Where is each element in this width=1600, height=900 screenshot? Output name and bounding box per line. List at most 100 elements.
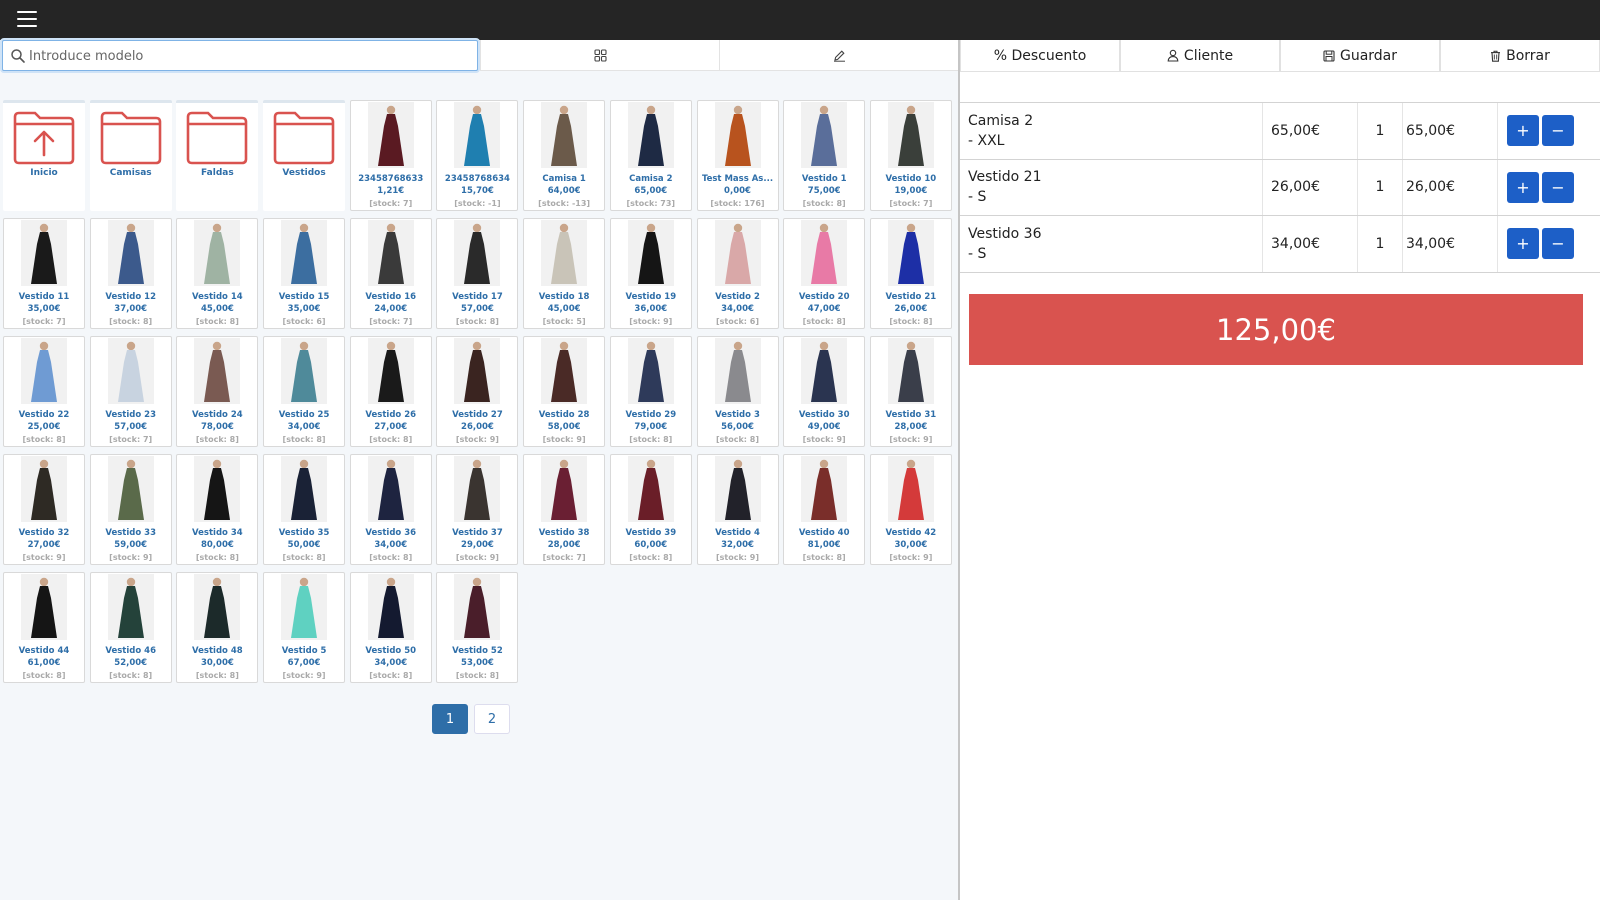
total-button[interactable]: 125,00€ bbox=[969, 294, 1583, 365]
product-card[interactable]: Vestido 1 75,00€ [stock: 8] bbox=[783, 100, 866, 211]
product-card[interactable]: Vestido 39 60,00€ [stock: 8] bbox=[609, 454, 692, 565]
save-button[interactable]: Guardar bbox=[1280, 40, 1440, 72]
product-card[interactable]: Vestido 21 26,00€ [stock: 8] bbox=[869, 218, 952, 329]
product-card[interactable]: Vestido 46 52,00€ [stock: 8] bbox=[89, 572, 172, 683]
product-price: 50,00€ bbox=[287, 540, 321, 550]
product-name: Test Mass As... bbox=[701, 174, 774, 184]
product-card[interactable]: Vestido 35 50,00€ [stock: 8] bbox=[263, 454, 346, 565]
line-quantity[interactable]: 1 bbox=[1358, 159, 1403, 215]
product-card[interactable]: Vestido 15 35,00€ [stock: 6] bbox=[263, 218, 346, 329]
product-name: Vestido 12 bbox=[105, 292, 156, 302]
product-card[interactable]: Vestido 19 36,00€ [stock: 9] bbox=[609, 218, 692, 329]
customer-button[interactable]: Cliente bbox=[1120, 40, 1280, 72]
line-quantity[interactable]: 1 bbox=[1358, 216, 1403, 272]
product-card[interactable]: Vestido 38 28,00€ [stock: 7] bbox=[523, 454, 606, 565]
product-card[interactable]: Vestido 30 49,00€ [stock: 9] bbox=[783, 336, 866, 447]
product-card[interactable]: Vestido 3 56,00€ [stock: 8] bbox=[696, 336, 779, 447]
ticket-line[interactable]: Vestido 36 - S 34,00€ 1 34,00€ + − bbox=[960, 215, 1600, 273]
line-total: 65,00€ bbox=[1403, 103, 1498, 159]
discount-button[interactable]: % Descuento bbox=[960, 40, 1120, 72]
product-card[interactable]: 23458768634 15,70€ [stock: -1] bbox=[436, 100, 519, 211]
product-card[interactable]: Vestido 44 61,00€ [stock: 8] bbox=[3, 572, 85, 683]
product-name: Vestido 33 bbox=[105, 528, 156, 538]
product-card[interactable]: Vestido 34 80,00€ [stock: 8] bbox=[176, 454, 259, 565]
product-card[interactable]: Vestido 32 27,00€ [stock: 9] bbox=[3, 454, 85, 565]
product-price: 19,00€ bbox=[894, 186, 928, 196]
product-card[interactable]: Vestido 10 19,00€ [stock: 7] bbox=[869, 100, 952, 211]
product-image bbox=[801, 220, 848, 286]
product-card[interactable]: Vestido 36 34,00€ [stock: 8] bbox=[349, 454, 432, 565]
product-card[interactable]: Vestido 20 47,00€ [stock: 8] bbox=[783, 218, 866, 329]
decrease-button[interactable]: − bbox=[1542, 171, 1574, 203]
product-card[interactable]: Vestido 28 58,00€ [stock: 9] bbox=[523, 336, 606, 447]
product-stock: [stock: -13] bbox=[538, 199, 591, 208]
decrease-button[interactable]: − bbox=[1542, 115, 1574, 147]
product-card[interactable]: Camisa 2 65,00€ [stock: 73] bbox=[609, 100, 692, 211]
increase-button[interactable]: + bbox=[1507, 171, 1539, 203]
page-button[interactable]: 1 bbox=[432, 704, 468, 734]
product-card[interactable]: Vestido 12 37,00€ [stock: 8] bbox=[89, 218, 172, 329]
product-name: Vestido 37 bbox=[452, 528, 503, 538]
product-card[interactable]: Vestido 29 79,00€ [stock: 8] bbox=[609, 336, 692, 447]
product-card[interactable]: Vestido 33 59,00€ [stock: 9] bbox=[89, 454, 172, 565]
product-stock: [stock: 7] bbox=[369, 199, 413, 208]
product-image bbox=[281, 338, 328, 404]
page-button[interactable]: 2 bbox=[474, 704, 510, 734]
product-card[interactable]: Vestido 17 57,00€ [stock: 8] bbox=[436, 218, 519, 329]
product-card[interactable]: Vestido 5 67,00€ [stock: 9] bbox=[263, 572, 346, 683]
folder-card[interactable]: Vestidos bbox=[263, 100, 346, 211]
product-card[interactable]: Vestido 42 30,00€ [stock: 9] bbox=[869, 454, 952, 565]
product-card[interactable]: Vestido 27 26,00€ [stock: 9] bbox=[436, 336, 519, 447]
edit-button[interactable] bbox=[719, 40, 958, 71]
product-card[interactable]: Vestido 16 24,00€ [stock: 7] bbox=[349, 218, 432, 329]
product-card[interactable]: 23458768633 1,21€ [stock: 7] bbox=[349, 100, 432, 211]
increase-button[interactable]: + bbox=[1507, 228, 1539, 260]
product-card[interactable]: Vestido 11 35,00€ [stock: 7] bbox=[3, 218, 85, 329]
product-card[interactable]: Vestido 50 34,00€ [stock: 8] bbox=[349, 572, 432, 683]
product-price: 0,00€ bbox=[724, 186, 751, 196]
product-name: Vestido 25 bbox=[278, 410, 330, 420]
folder-card[interactable]: Faldas bbox=[176, 100, 259, 211]
menu-icon[interactable] bbox=[17, 11, 37, 29]
product-card[interactable]: Vestido 4 32,00€ [stock: 9] bbox=[696, 454, 779, 565]
folder-card[interactable]: Camisas bbox=[89, 100, 172, 211]
product-card[interactable]: Vestido 48 30,00€ [stock: 8] bbox=[176, 572, 259, 683]
product-card[interactable]: Vestido 18 45,00€ [stock: 5] bbox=[523, 218, 606, 329]
product-name: Vestido 18 bbox=[538, 292, 590, 302]
product-name: Vestido 46 bbox=[105, 646, 156, 656]
ticket-line[interactable]: Vestido 21 - S 26,00€ 1 26,00€ + − bbox=[960, 158, 1600, 216]
product-card[interactable]: Vestido 23 57,00€ [stock: 7] bbox=[89, 336, 172, 447]
product-card[interactable]: Vestido 40 81,00€ [stock: 8] bbox=[783, 454, 866, 565]
product-card[interactable]: Vestido 14 45,00€ [stock: 8] bbox=[176, 218, 259, 329]
product-price: 32,00€ bbox=[721, 540, 754, 550]
product-card[interactable]: Vestido 52 53,00€ [stock: 8] bbox=[436, 572, 519, 683]
increase-button[interactable]: + bbox=[1507, 115, 1539, 147]
product-image bbox=[627, 220, 674, 286]
product-price: 26,00€ bbox=[894, 304, 928, 314]
product-stock: [stock: 6] bbox=[715, 317, 759, 326]
product-card[interactable]: Vestido 37 29,00€ [stock: 9] bbox=[436, 454, 519, 565]
product-card[interactable]: Vestido 2 34,00€ [stock: 6] bbox=[696, 218, 779, 329]
product-card[interactable]: Vestido 26 27,00€ [stock: 8] bbox=[349, 336, 432, 447]
ticket-line[interactable]: Camisa 2 - XXL 65,00€ 1 65,00€ + − bbox=[960, 102, 1600, 160]
product-stock: [stock: 8] bbox=[802, 199, 846, 208]
folder-card[interactable]: Inicio bbox=[3, 100, 85, 211]
product-card[interactable]: Vestido 31 28,00€ [stock: 9] bbox=[869, 336, 952, 447]
search-icon bbox=[11, 49, 25, 63]
product-stock: [stock: 7] bbox=[22, 317, 66, 326]
delete-button[interactable]: Borrar bbox=[1440, 40, 1600, 72]
product-card[interactable]: Vestido 24 78,00€ [stock: 8] bbox=[176, 336, 259, 447]
product-card[interactable]: Vestido 22 25,00€ [stock: 8] bbox=[3, 336, 85, 447]
product-image bbox=[454, 338, 501, 404]
product-card[interactable]: Vestido 25 34,00€ [stock: 8] bbox=[263, 336, 346, 447]
product-card[interactable]: Test Mass As... 0,00€ [stock: 176] bbox=[696, 100, 779, 211]
product-price: 1,21€ bbox=[377, 186, 405, 196]
decrease-button[interactable]: − bbox=[1542, 228, 1574, 260]
grid-view-button[interactable] bbox=[480, 40, 719, 71]
line-quantity[interactable]: 1 bbox=[1358, 103, 1403, 159]
product-image bbox=[627, 102, 674, 168]
search-input[interactable] bbox=[29, 46, 469, 66]
product-card[interactable]: Camisa 1 64,00€ [stock: -13] bbox=[523, 100, 606, 211]
product-price: 27,00€ bbox=[27, 540, 61, 550]
product-price: 64,00€ bbox=[547, 186, 581, 196]
